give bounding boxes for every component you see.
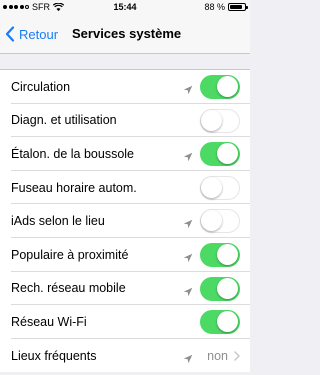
back-label: Retour bbox=[19, 26, 59, 42]
toggle-switch[interactable] bbox=[200, 142, 240, 167]
toggle-knob bbox=[201, 210, 222, 232]
status-bar: SFR 15:44 88 % bbox=[0, 0, 250, 14]
page-title: Services système bbox=[72, 26, 182, 41]
row-label: Lieux fréquents bbox=[11, 348, 97, 363]
toggle-switch[interactable] bbox=[200, 108, 240, 133]
settings-row-frequent-locations[interactable]: Lieux fréquents non bbox=[0, 339, 250, 373]
battery-nub bbox=[246, 6, 248, 9]
location-arrow-icon bbox=[183, 216, 193, 229]
settings-list: Circulation Diagn. et utilisation Étalon. … bbox=[0, 69, 250, 373]
row-label: Étalon. de la boussole bbox=[11, 146, 135, 161]
row-label: Diagn. et utilisation bbox=[11, 113, 117, 128]
battery-fill bbox=[230, 5, 243, 9]
row-label: iAds selon le lieu bbox=[11, 214, 105, 229]
settings-row: Réseau Wi-Fi bbox=[0, 305, 250, 339]
settings-row: iAds selon le lieu bbox=[0, 204, 250, 238]
toggle-switch[interactable] bbox=[200, 276, 240, 301]
toggle-switch[interactable] bbox=[200, 242, 240, 267]
row-label: Circulation bbox=[11, 79, 71, 94]
row-detail: non bbox=[207, 339, 240, 373]
location-arrow-icon bbox=[183, 250, 193, 263]
chevron-left-icon bbox=[5, 26, 15, 42]
status-bar-right: 88 % bbox=[204, 0, 248, 14]
toggle-switch[interactable] bbox=[200, 310, 240, 335]
location-arrow-icon bbox=[183, 351, 193, 363]
toggle-knob bbox=[201, 109, 222, 131]
toggle-knob bbox=[217, 143, 238, 165]
row-value: non bbox=[207, 348, 228, 363]
toggle-knob bbox=[217, 243, 238, 265]
toggle-knob bbox=[217, 76, 238, 97]
toggle-switch[interactable] bbox=[200, 209, 240, 234]
settings-row: Populaire à proximité bbox=[0, 238, 250, 272]
location-arrow-icon bbox=[183, 149, 193, 162]
settings-row: Circulation bbox=[0, 70, 250, 104]
toggle-knob bbox=[217, 311, 238, 333]
toggle-switch[interactable] bbox=[200, 75, 240, 99]
row-label: Populaire à proximité bbox=[11, 247, 129, 262]
row-label: Fuseau horaire autom. bbox=[11, 180, 137, 195]
settings-row: Rech. réseau mobile bbox=[0, 272, 250, 306]
settings-row: Diagn. et utilisation bbox=[0, 104, 250, 138]
location-arrow-icon bbox=[183, 82, 193, 95]
toggle-switch[interactable] bbox=[200, 175, 240, 200]
row-label: Rech. réseau mobile bbox=[11, 281, 126, 296]
toggle-knob bbox=[217, 277, 238, 299]
navigation-bar: Retour Services système bbox=[0, 14, 250, 54]
chevron-right-icon bbox=[234, 350, 240, 361]
row-label: Réseau Wi-Fi bbox=[11, 314, 87, 329]
toggle-knob bbox=[201, 176, 222, 198]
settings-row: Étalon. de la boussole bbox=[0, 137, 250, 171]
battery-icon bbox=[228, 3, 248, 11]
settings-row: Fuseau horaire autom. bbox=[0, 171, 250, 205]
battery-percent: 88 % bbox=[204, 2, 225, 12]
location-arrow-icon bbox=[183, 284, 193, 296]
back-button[interactable]: Retour bbox=[5, 14, 58, 54]
